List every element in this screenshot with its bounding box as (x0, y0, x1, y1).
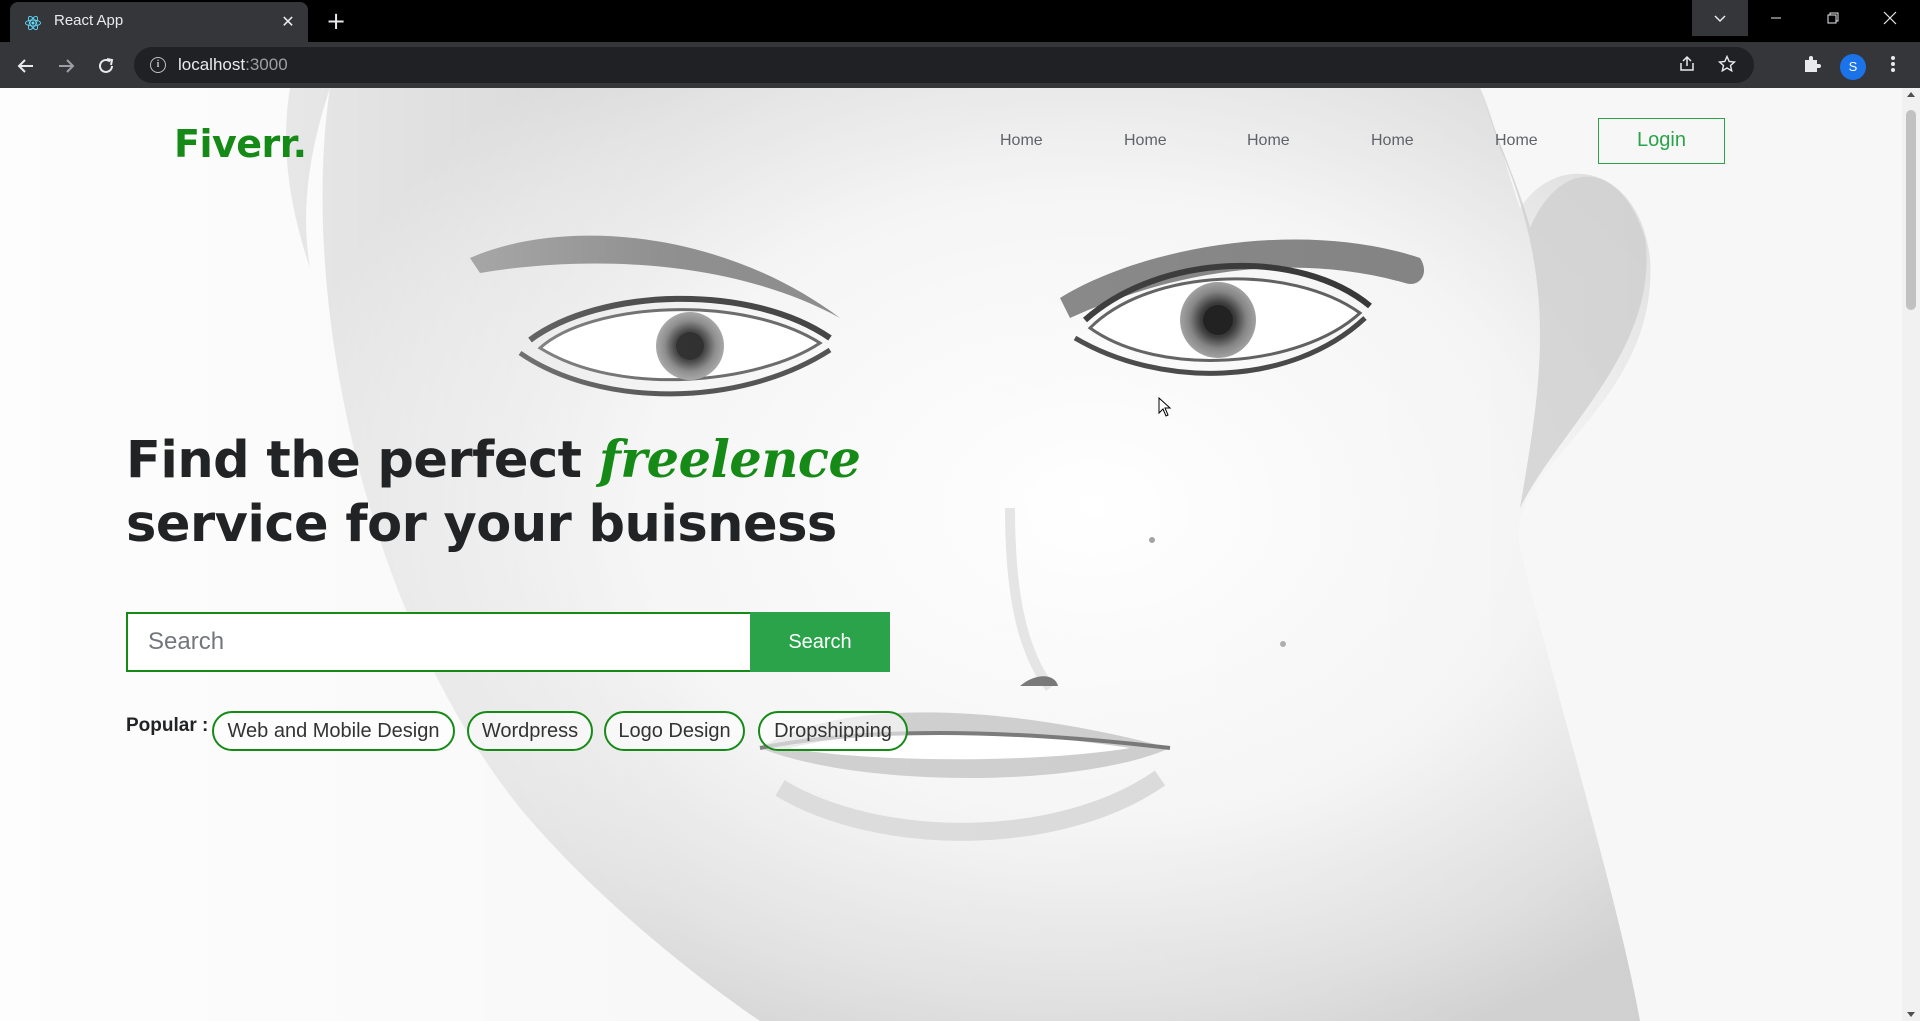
tab-title: React App (54, 12, 124, 29)
share-icon[interactable] (1676, 55, 1698, 77)
url-text[interactable]: localhost:3000 (178, 55, 288, 75)
avatar[interactable]: S (1840, 54, 1866, 80)
info-icon[interactable]: i (150, 57, 166, 73)
popular-label: Popular : (126, 715, 209, 736)
browser-toolbar: i localhost:3000 S (0, 42, 1920, 88)
scroll-up-icon[interactable] (1907, 92, 1915, 97)
page-scrollbar[interactable] (1902, 88, 1920, 1021)
star-icon[interactable] (1716, 54, 1738, 77)
back-arrow-icon[interactable] (12, 52, 40, 80)
popular-tag[interactable]: Dropshipping (758, 711, 908, 751)
popular-tag[interactable]: Wordpress (467, 711, 593, 751)
nav-link-home[interactable]: Home (1124, 132, 1167, 150)
react-favicon-icon (25, 15, 41, 31)
forward-arrow-icon[interactable] (52, 52, 80, 80)
scroll-thumb[interactable] (1906, 110, 1916, 310)
nav-link-home[interactable]: Home (1495, 132, 1538, 150)
nav-link-home[interactable]: Home (1371, 132, 1414, 150)
puzzle-icon[interactable] (1800, 54, 1824, 78)
plus-icon[interactable]: + (322, 8, 350, 36)
login-button[interactable]: Login (1598, 118, 1725, 164)
nav-link-home[interactable]: Home (1000, 132, 1043, 150)
search-input[interactable] (126, 612, 750, 672)
browser-titlebar: React App ✕ + (0, 0, 1920, 42)
logo[interactable]: Fiverr. (174, 122, 307, 166)
popular-tag[interactable]: Logo Design (604, 711, 745, 751)
page-viewport: Fiverr. Home Home Home Home Home Login F… (0, 88, 1902, 1021)
hero-headline: Find the perfect freelence service for y… (126, 428, 861, 557)
mouse-cursor-icon (1158, 397, 1172, 417)
search-button[interactable]: Search (750, 612, 890, 672)
browser-tab[interactable]: React App ✕ (10, 2, 308, 42)
chevron-down-icon[interactable] (1692, 0, 1748, 36)
close-window-icon[interactable] (1862, 0, 1918, 36)
address-bar[interactable]: i localhost:3000 (134, 47, 1754, 83)
restore-icon[interactable] (1805, 0, 1861, 36)
headline-text: Find the perfect (126, 431, 599, 490)
headline-accent: freelence (598, 430, 861, 490)
reload-icon[interactable] (92, 52, 120, 80)
nav-link-home[interactable]: Home (1247, 132, 1290, 150)
popular-tag[interactable]: Web and Mobile Design (212, 711, 455, 751)
headline-text: service for your buisness (126, 495, 837, 554)
scroll-down-icon[interactable] (1907, 1012, 1915, 1017)
kebab-menu-icon[interactable] (1881, 54, 1905, 78)
close-icon[interactable]: ✕ (278, 12, 298, 32)
minimize-icon[interactable] (1748, 0, 1804, 36)
